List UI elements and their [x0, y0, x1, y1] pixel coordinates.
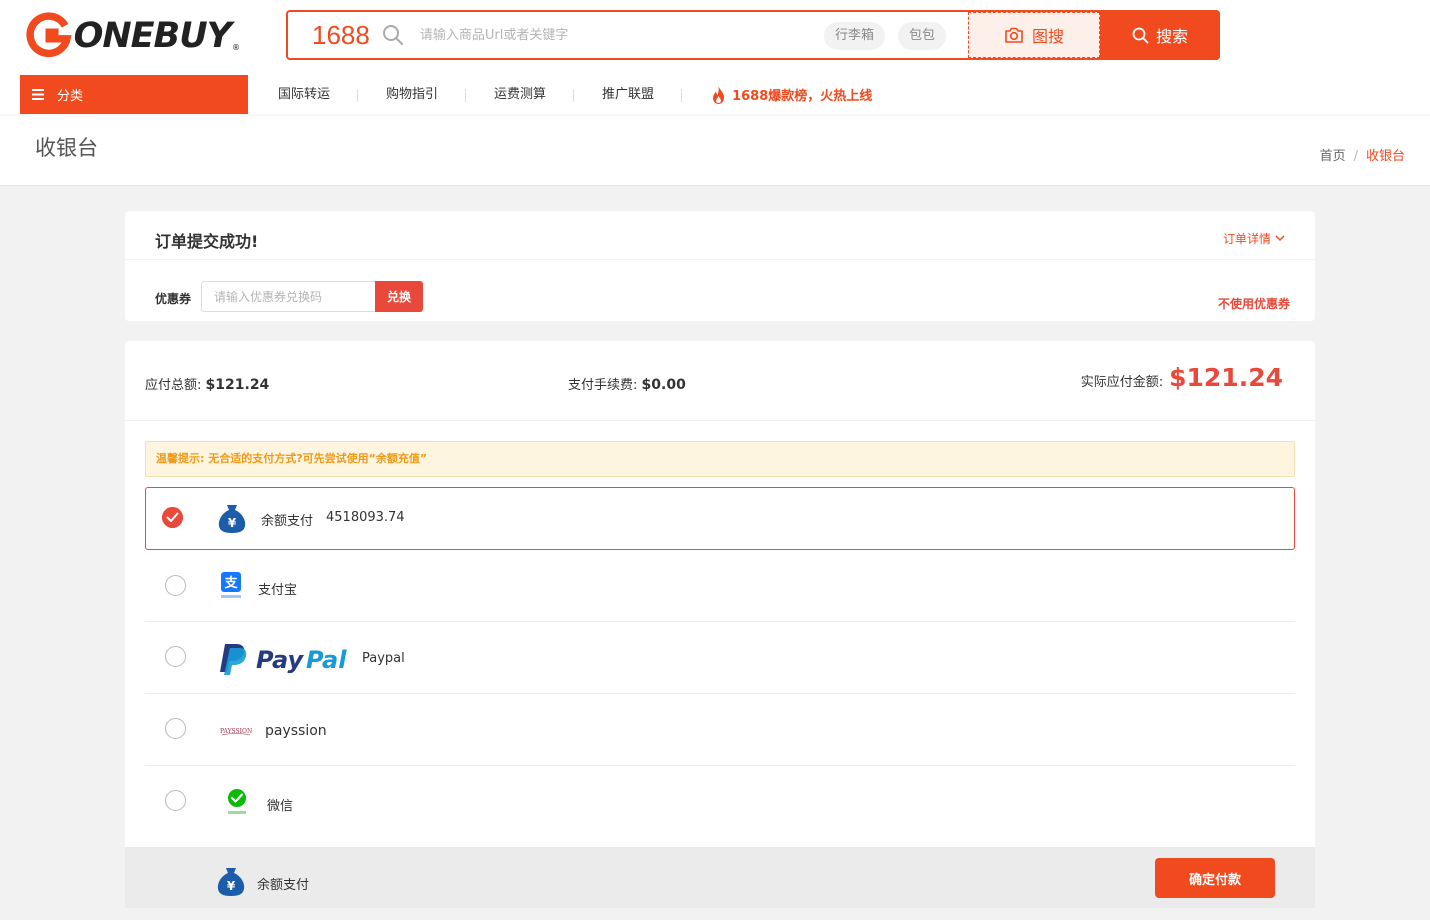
- total-amount-value: $121.24: [205, 377, 270, 393]
- actual-amount-value: $121.24: [1169, 363, 1283, 392]
- chevron-down-icon: [1275, 235, 1285, 241]
- nav-item-affiliate[interactable]: 推广联盟: [574, 87, 683, 102]
- payment-fee-label: 支付手续费:: [568, 378, 638, 393]
- selected-payment-label: 余额支付: [257, 878, 310, 893]
- svg-text:¥: ¥: [227, 879, 236, 893]
- payment-option-balance[interactable]: ¥ 余额支付 4518093.74: [145, 487, 1295, 550]
- search-button-icon: [1132, 27, 1149, 43]
- balance-amount: 4518093.74: [326, 510, 405, 525]
- redeem-coupon-button[interactable]: 兑换: [375, 281, 423, 312]
- radio-unchecked-icon[interactable]: [165, 718, 186, 739]
- svg-text:Pal: Pal: [306, 646, 347, 674]
- svg-text:¥: ¥: [228, 516, 237, 530]
- coupon-label: 优惠券: [155, 292, 192, 306]
- search-button-label: 搜索: [1155, 27, 1188, 46]
- image-search-button[interactable]: 图搜: [968, 12, 1100, 58]
- svg-text:Pay: Pay: [256, 646, 305, 674]
- logo-text: ONEBUY: [73, 16, 232, 56]
- payment-tip-banner: 温馨提示: 无合适的支付方式?可先尝试使用“余额充值”: [145, 441, 1295, 477]
- order-success-title: 订单提交成功!: [155, 232, 259, 251]
- category-menu-label: 分类: [57, 89, 84, 104]
- search-button[interactable]: 搜索: [1100, 10, 1220, 60]
- alipay-icon: 支: [221, 572, 241, 598]
- breadcrumb-separator: /: [1353, 149, 1358, 164]
- payment-option-paypal-label: Paypal: [362, 651, 405, 666]
- payment-option-payssion-label: payssion: [265, 723, 327, 739]
- site-header: ONEBUY ® 1688 行李箱 包包 图搜 搜索: [0, 0, 1430, 114]
- logo-g-mark-icon: [26, 12, 72, 58]
- payment-footer-bar: ¥ 余额支付 确定付款: [125, 847, 1315, 908]
- image-search-label: 图搜: [1031, 27, 1064, 46]
- fire-icon: [713, 85, 725, 104]
- payment-option-wechat-label: 微信: [267, 799, 294, 814]
- radio-checked-icon[interactable]: [162, 507, 183, 528]
- payment-fee-value: $0.00: [641, 377, 686, 393]
- order-detail-label: 订单详情: [1222, 232, 1271, 246]
- radio-unchecked-icon[interactable]: [165, 790, 186, 811]
- category-menu-button[interactable]: 分类: [20, 75, 248, 114]
- breadcrumb-home[interactable]: 首页: [1320, 149, 1346, 164]
- page-title-band: 收银台 首页 / 收银台: [0, 114, 1430, 186]
- no-coupon-link[interactable]: 不使用优惠券: [1218, 295, 1290, 312]
- search-bar: 1688 行李箱 包包 图搜 搜索: [286, 10, 1220, 60]
- confirm-payment-button[interactable]: 确定付款: [1155, 858, 1275, 898]
- search-platform-label[interactable]: 1688: [312, 20, 370, 51]
- logo-registered-mark: ®: [232, 43, 240, 52]
- payment-option-balance-label: 余额支付: [261, 514, 314, 529]
- payment-method-card: 温馨提示: 无合适的支付方式?可先尝试使用“余额充值” ¥ 余额支付 45180…: [125, 421, 1315, 908]
- payssion-logo: PAYSSION: [220, 728, 252, 736]
- menu-bars-icon: [32, 89, 44, 100]
- hot-list-label: 1688爆款榜，火热上线: [732, 89, 873, 104]
- payment-option-alipay-label: 支付宝: [258, 583, 298, 598]
- total-amount: 应付总额: $121.24: [145, 374, 269, 393]
- search-tag-bags[interactable]: 包包: [898, 22, 947, 50]
- payment-option-payssion[interactable]: PAYSSION payssion: [145, 694, 1295, 766]
- actual-amount: 实际应付金额: $121.24: [1081, 363, 1283, 392]
- svg-text:PAYSSION: PAYSSION: [220, 728, 252, 735]
- payment-fee: 支付手续费: $0.00: [568, 374, 686, 393]
- page-title: 收银台: [35, 136, 98, 160]
- search-input[interactable]: [419, 20, 800, 50]
- total-amount-label: 应付总额:: [145, 378, 202, 393]
- paypal-logo: Pay Pal: [220, 644, 347, 675]
- actual-amount-label: 实际应付金额:: [1080, 375, 1164, 390]
- search-tag-luggage[interactable]: 行李箱: [824, 22, 886, 50]
- divider: [125, 259, 1315, 260]
- amount-summary-card: 应付总额: $121.24 支付手续费: $0.00 实际应付金额: $121.…: [125, 341, 1315, 420]
- payment-option-alipay[interactable]: 支 支付宝: [145, 550, 1295, 622]
- payment-option-paypal[interactable]: Pay Pal Paypal: [145, 622, 1295, 694]
- radio-unchecked-icon[interactable]: [165, 646, 186, 667]
- nav-item-shopping-guide[interactable]: 购物指引: [358, 87, 467, 102]
- payment-option-wechat[interactable]: 微信: [145, 766, 1295, 838]
- search-icon: [382, 25, 403, 45]
- coupon-code-input[interactable]: [201, 281, 377, 312]
- money-bag-icon: ¥: [217, 868, 245, 896]
- wechat-pay-icon: [228, 789, 246, 814]
- radio-unchecked-icon[interactable]: [165, 575, 186, 596]
- order-summary-card: 订单提交成功! 订单详情 优惠券 兑换 不使用优惠券: [125, 211, 1315, 321]
- breadcrumb: 首页 / 收银台: [1320, 145, 1405, 164]
- nav-item-shipping-calculator[interactable]: 运费测算: [466, 87, 575, 102]
- order-detail-toggle[interactable]: 订单详情: [1223, 230, 1285, 247]
- nav-item-hot-list[interactable]: 1688爆款榜，火热上线: [682, 85, 872, 105]
- camera-icon: [1005, 27, 1023, 43]
- nav-item-international-forwarding[interactable]: 国际转运: [250, 87, 359, 102]
- main-nav: 国际转运 购物指引 运费测算 推广联盟 1688爆款榜，火热上线: [250, 75, 872, 114]
- breadcrumb-current: 收银台: [1365, 149, 1405, 164]
- money-bag-icon: ¥: [218, 505, 246, 533]
- svg-text:支: 支: [223, 575, 238, 591]
- onebuy-logo[interactable]: ONEBUY ®: [25, 10, 240, 62]
